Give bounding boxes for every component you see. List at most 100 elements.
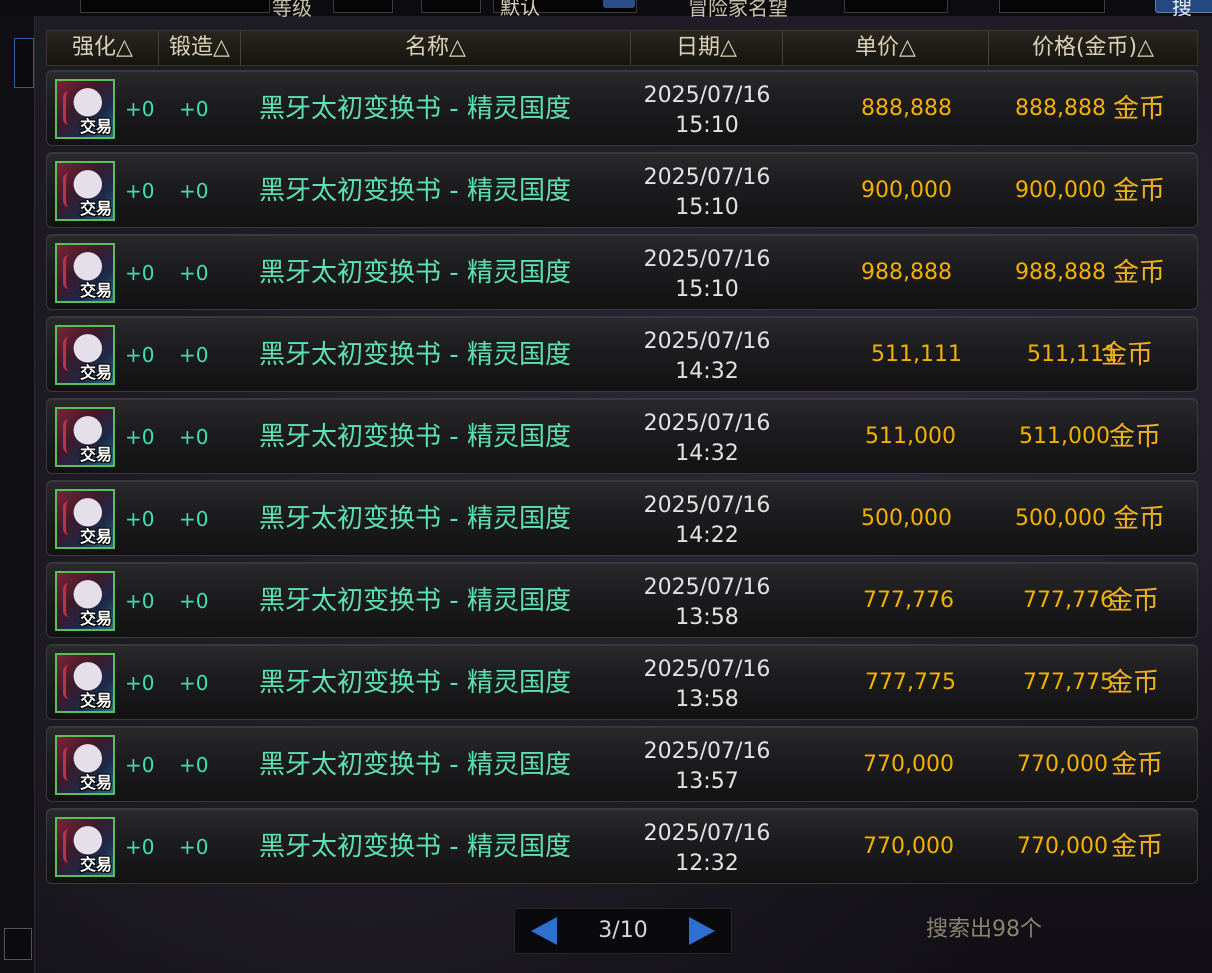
total-price: 888,888 [1015,96,1106,121]
fame-max-input[interactable] [999,0,1105,13]
time-text: 14:22 [675,523,739,548]
total-price: 770,000 [1017,752,1108,777]
date-text: 2025/07/16 [643,493,771,518]
column-header-forge[interactable]: 锻造△ [159,31,241,65]
time-text: 12:32 [675,851,739,876]
listing-date: 2025/07/16 14:22 [631,491,783,551]
date-text: 2025/07/16 [643,165,771,190]
time-text: 13:57 [675,769,739,794]
search-button[interactable]: 搜 [1155,0,1212,19]
column-header-unit-price[interactable]: 单价△ [783,31,989,65]
unit-price: 511,000 [865,424,956,449]
listing-date: 2025/07/16 13:58 [631,655,783,715]
forge-value: +0 [179,425,209,449]
currency-label: 金币 [1113,94,1166,124]
level-min-input[interactable] [333,0,393,13]
forge-value: +0 [179,261,209,285]
enhance-value: +0 [125,343,155,367]
unit-price: 777,775 [865,670,956,695]
item-icon[interactable]: 交易 [55,817,115,877]
item-icon[interactable]: 交易 [55,571,115,631]
right-triangle-icon[interactable] [689,917,715,945]
sort-select-value: 默认 [500,0,540,19]
total-price: 511,000 [1019,424,1110,449]
item-icon[interactable]: 交易 [55,79,115,139]
currency-label: 金币 [1111,750,1164,780]
time-text: 14:32 [675,441,739,466]
item-icon[interactable]: 交易 [55,325,115,385]
item-icon[interactable]: 交易 [55,735,115,795]
filter-input-left[interactable] [80,0,270,13]
left-panel-button[interactable] [4,928,32,960]
item-icon[interactable]: 交易 [55,653,115,713]
adventurer-fame-label: 冒险家名望 [688,0,788,20]
table-row[interactable]: 交易 +0 +0 黑牙太初变换书 - 精灵国度 2025/07/16 13:58 … [46,562,1198,638]
trade-badge: 交易 [79,199,112,218]
forge-value: +0 [179,835,209,859]
trade-badge: 交易 [79,855,112,874]
item-name: 黑牙太初变换书 - 精灵国度 [259,422,571,452]
table-row[interactable]: 交易 +0 +0 黑牙太初变换书 - 精灵国度 2025/07/16 15:10 … [46,152,1198,228]
chevron-down-icon[interactable] [603,0,635,8]
table-row[interactable]: 交易 +0 +0 黑牙太初变换书 - 精灵国度 2025/07/16 13:58 … [46,644,1198,720]
listing-date: 2025/07/16 15:10 [631,245,783,305]
date-text: 2025/07/16 [643,657,771,682]
trade-badge: 交易 [79,773,112,792]
currency-label: 金币 [1111,832,1164,862]
listing-date: 2025/07/16 13:57 [631,737,783,797]
table-row[interactable]: 交易 +0 +0 黑牙太初变换书 - 精灵国度 2025/07/16 14:22 … [46,480,1198,556]
enhance-value: +0 [125,97,155,121]
pagination: 3/10 [514,908,732,954]
level-label: 等级 [272,0,312,20]
trade-badge: 交易 [79,363,112,382]
item-icon[interactable]: 交易 [55,161,115,221]
date-text: 2025/07/16 [643,575,771,600]
unit-price: 500,000 [861,506,952,531]
item-name: 黑牙太初变换书 - 精灵国度 [259,586,571,616]
forge-value: +0 [179,343,209,367]
currency-label: 金币 [1113,176,1166,206]
date-text: 2025/07/16 [643,411,771,436]
item-icon[interactable]: 交易 [55,407,115,467]
time-text: 13:58 [675,687,739,712]
auction-table: 强化△ 锻造△ 名称△ 日期△ 单价△ 价格(金币)△ 交易 +0 +0 黑牙太… [46,30,1198,890]
table-header: 强化△ 锻造△ 名称△ 日期△ 单价△ 价格(金币)△ [46,30,1198,66]
table-row[interactable]: 交易 +0 +0 黑牙太初变换书 - 精灵国度 2025/07/16 14:32 … [46,316,1198,392]
date-text: 2025/07/16 [643,329,771,354]
fame-min-input[interactable] [844,0,948,13]
column-header-price[interactable]: 价格(金币)△ [989,31,1197,65]
enhance-value: +0 [125,835,155,859]
trade-badge: 交易 [79,445,112,464]
listing-date: 2025/07/16 14:32 [631,327,783,387]
item-icon[interactable]: 交易 [55,489,115,549]
enhance-value: +0 [125,261,155,285]
item-name: 黑牙太初变换书 - 精灵国度 [259,176,571,206]
table-row[interactable]: 交易 +0 +0 黑牙太初变换书 - 精灵国度 2025/07/16 14:32 … [46,398,1198,474]
level-max-input[interactable] [421,0,481,13]
item-name: 黑牙太初变换书 - 精灵国度 [259,668,571,698]
item-icon[interactable]: 交易 [55,243,115,303]
search-button-label: 搜 [1172,0,1192,19]
unit-price: 888,888 [861,96,952,121]
table-row[interactable]: 交易 +0 +0 黑牙太初变换书 - 精灵国度 2025/07/16 15:10 … [46,234,1198,310]
total-price: 500,000 [1015,506,1106,531]
table-row[interactable]: 交易 +0 +0 黑牙太初变换书 - 精灵国度 2025/07/16 15:10 … [46,70,1198,146]
total-price: 770,000 [1017,834,1108,859]
trade-badge: 交易 [79,691,112,710]
column-header-date[interactable]: 日期△ [631,31,783,65]
column-header-name[interactable]: 名称△ [241,31,631,65]
table-row[interactable]: 交易 +0 +0 黑牙太初变换书 - 精灵国度 2025/07/16 13:57 … [46,726,1198,802]
date-text: 2025/07/16 [643,83,771,108]
table-row[interactable]: 交易 +0 +0 黑牙太初变换书 - 精灵国度 2025/07/16 12:32 … [46,808,1198,884]
left-scrollbar[interactable] [14,38,34,88]
time-text: 14:32 [675,359,739,384]
date-text: 2025/07/16 [643,247,771,272]
time-text: 15:10 [675,195,739,220]
time-text: 15:10 [675,277,739,302]
unit-price: 900,000 [861,178,952,203]
unit-price: 988,888 [861,260,952,285]
item-name: 黑牙太初变换书 - 精灵国度 [259,750,571,780]
item-name: 黑牙太初变换书 - 精灵国度 [259,258,571,288]
column-header-enhance[interactable]: 强化△ [47,31,159,65]
forge-value: +0 [179,753,209,777]
